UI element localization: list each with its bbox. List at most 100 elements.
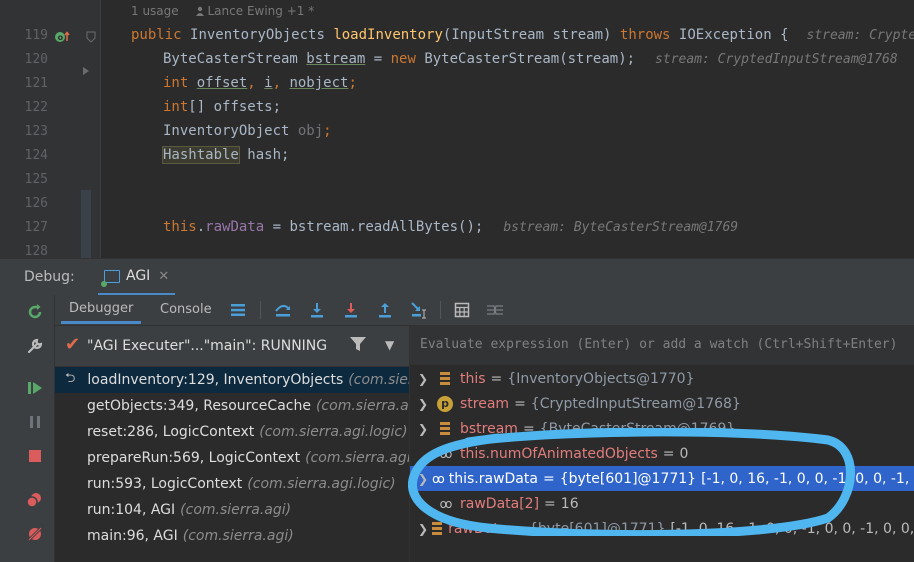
code-token: nobject [289, 75, 349, 91]
frame-row[interactable]: prepareRun:569, LogicContext (com.sierra… [55, 445, 409, 471]
run-config-icon [101, 269, 120, 287]
evaluate-expression-placeholder: Evaluate expression (Enter) or add a wat… [420, 337, 898, 352]
resume-button[interactable] [24, 377, 46, 399]
view-breakpoints-button[interactable] [24, 489, 46, 511]
field-icon [436, 370, 454, 388]
frame-method: prepareRun:569, LogicContext [87, 450, 301, 466]
code-token: = [365, 51, 391, 67]
frame-row[interactable]: reset:286, LogicContext (com.sierra.agi.… [55, 419, 409, 445]
line-number: 120 [24, 52, 48, 67]
evaluate-expression-button[interactable] [452, 300, 472, 320]
frame-package: (com.sierra.agi.logic) [247, 476, 396, 492]
frame-row[interactable]: getObjects:349, ResourceCache (com.sierr… [55, 393, 409, 419]
frame-row[interactable]: run:593, LogicContext (com.sierra.agi.lo… [55, 471, 409, 497]
code-token: throws [619, 27, 679, 43]
frame-row[interactable]: run:104, AGI (com.sierra.agi) [55, 497, 409, 523]
thread-name: "AGI Executer"..."main": RUNNING [87, 338, 328, 354]
code-line-119[interactable]: public InventoryObjects loadInventory(In… [131, 27, 914, 43]
chevron-right-icon[interactable]: ❯ [418, 397, 432, 411]
frame-row[interactable]: main:96, AGI (com.sierra.agi) [55, 523, 409, 549]
tab-console[interactable]: Console [152, 295, 220, 323]
rerun-button[interactable] [24, 301, 46, 323]
variable-value: {InventoryObjects@1770} [507, 370, 695, 387]
frame-row[interactable]: ⮌ loadInventory:129, InventoryObjects (c… [55, 367, 409, 393]
code-token: . [196, 219, 206, 235]
chevron-right-icon[interactable]: ❯ [418, 372, 432, 386]
code-line-121[interactable]: int offset, i, nobject; [163, 75, 357, 91]
step-out-button[interactable] [375, 300, 395, 320]
code-token: InventoryObject [163, 123, 298, 139]
toolbar-divider [440, 301, 441, 319]
thread-selector[interactable]: ✔ "AGI Executer"..."main": RUNNING ▼ [55, 326, 409, 367]
frame-package: (com.sierra.agi) [182, 528, 294, 544]
force-step-into-button[interactable] [341, 300, 361, 320]
resume-icon [28, 382, 42, 394]
line-number: 119 [24, 28, 48, 43]
evaluate-expression-field[interactable]: Evaluate expression (Enter) or add a wat… [410, 326, 914, 365]
mute-breakpoints-icon [27, 526, 43, 542]
code-token: obj [297, 123, 324, 139]
code-token: i [264, 75, 273, 91]
line-number: 128 [24, 244, 48, 258]
variable-row[interactable]: ❯ this = {InventoryObjects@1770} [410, 366, 914, 391]
code-editor[interactable]: 1 usage Lance Ewing +1 * 119 120 121 122… [0, 0, 914, 258]
code-token: ; [323, 123, 332, 139]
tab-debugger[interactable]: Debugger [61, 295, 142, 324]
person-icon [195, 6, 204, 16]
code-token: ; [348, 75, 357, 91]
usage-count[interactable]: 1 usage [131, 4, 179, 18]
implements-icon[interactable]: o [54, 30, 72, 44]
highlight-annotation [408, 428, 855, 536]
code-vision-hints: 1 usage Lance Ewing +1 * [131, 4, 338, 18]
fold-icon[interactable] [86, 31, 96, 43]
pause-button[interactable] [24, 411, 46, 433]
code-token: = bstream.readAllBytes(); [264, 219, 484, 235]
run-config-tab-agi[interactable]: AGI ✕ [98, 259, 176, 296]
code-token: (InputStream stream) [442, 27, 620, 43]
code-token: rawData [205, 219, 265, 235]
svg-text:o: o [58, 33, 64, 42]
breakpoints-icon [26, 493, 41, 508]
line-number: 123 [24, 124, 48, 139]
close-icon[interactable]: ✕ [158, 269, 169, 284]
code-line-124[interactable]: Hashtable hash; [162, 146, 289, 164]
frame-method: reset:286, LogicContext [87, 424, 255, 440]
debug-side-toolbar [0, 295, 55, 562]
variable-row[interactable]: ❯ p stream = {CryptedInputStream@1768} [410, 391, 914, 416]
mute-breakpoints-button[interactable] [24, 523, 46, 545]
code-line-127[interactable]: this.rawData = bstream.readAllBytes(); bs… [163, 219, 738, 235]
layout-menu-button[interactable] [228, 300, 248, 320]
step-over-icon [275, 305, 290, 317]
frame-method: run:104, AGI [87, 502, 176, 518]
code-token: ByteCasterStream [163, 51, 307, 67]
code-line-120[interactable]: ByteCasterStream bstream = new ByteCaste… [163, 51, 898, 67]
run-config-tab-label: AGI [126, 268, 151, 284]
debugger-tabs-toolbar: Debugger Console [55, 295, 914, 326]
stop-icon [29, 450, 41, 462]
step-into-button[interactable] [307, 300, 327, 320]
code-line-123[interactable]: InventoryObject obj; [163, 123, 332, 139]
code-token: bstream [306, 51, 366, 67]
code-token: IOException { [678, 27, 789, 43]
run-to-cursor-button[interactable] [409, 300, 429, 320]
wrench-icon [27, 338, 43, 354]
expand-arrow-icon[interactable] [82, 66, 90, 76]
frame-method: run:593, LogicContext [87, 476, 243, 492]
code-token: [] offsets; [188, 99, 282, 115]
settings-button[interactable] [24, 335, 46, 357]
gutter-divider [100, 0, 101, 258]
stop-button[interactable] [24, 445, 46, 467]
frame-package: (com.sierra.agi) [180, 502, 292, 518]
chevron-down-icon[interactable]: ▼ [385, 338, 394, 352]
frame-package: (com.sierra.agi.logic) [259, 424, 408, 440]
filter-icon[interactable] [349, 335, 367, 353]
author-hint[interactable]: Lance Ewing +1 * [195, 4, 327, 18]
debug-tool-window-header: Debug: AGI ✕ [0, 258, 914, 296]
step-over-button[interactable] [273, 300, 293, 320]
code-token: new [390, 51, 425, 67]
code-token: public [131, 27, 191, 43]
code-token: offset [196, 75, 248, 91]
trace-current-stream-button[interactable] [485, 300, 505, 320]
line-number: 121 [24, 76, 48, 91]
code-line-122[interactable]: int[] offsets; [163, 99, 281, 115]
